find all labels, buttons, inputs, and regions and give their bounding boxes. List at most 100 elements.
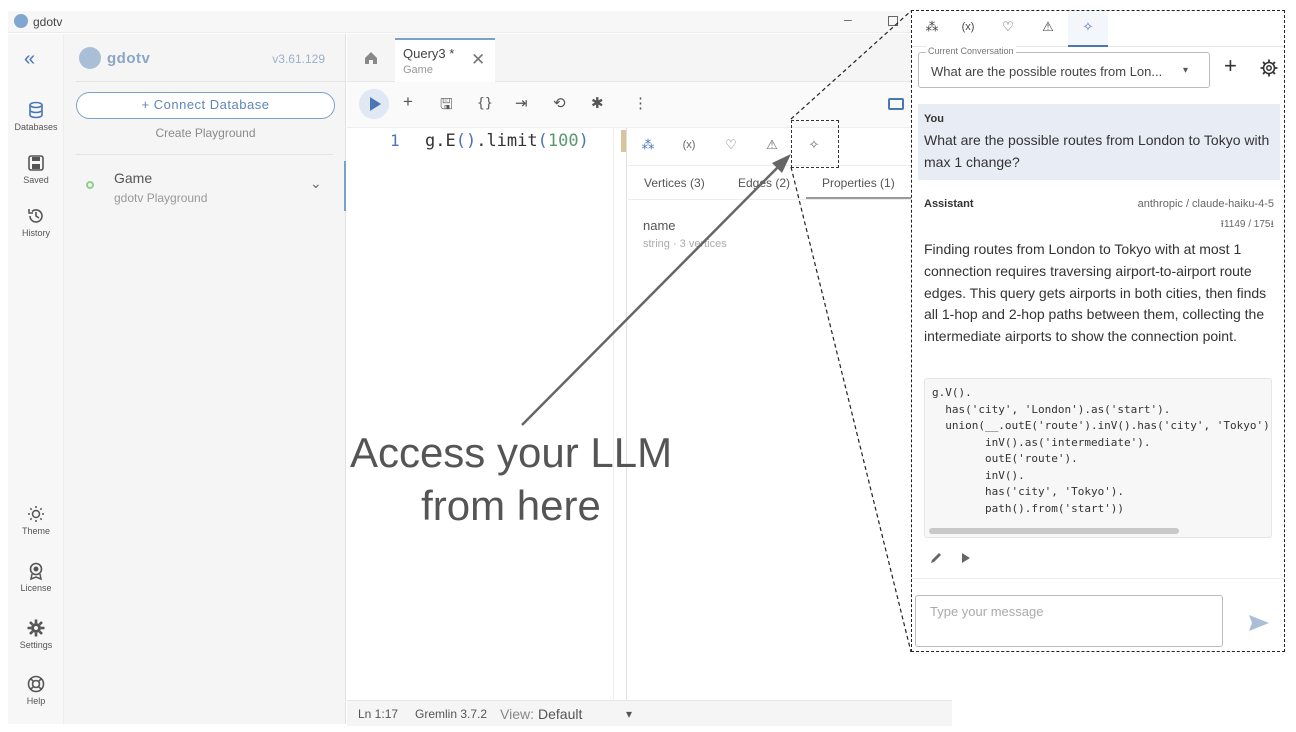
language-label: Gremlin 3.7.2 [415, 707, 488, 721]
maximize-button[interactable] [888, 16, 898, 26]
user-label: You [924, 113, 944, 125]
rail-history[interactable]: History [8, 206, 64, 238]
connection-name: Game [114, 170, 153, 186]
conversation-select[interactable]: What are the possible routes from Lon...… [918, 52, 1210, 88]
change-marker [621, 130, 626, 152]
code-line[interactable]: g.E().limit(100) [425, 131, 589, 151]
line-number: 1 [390, 131, 400, 150]
rail-label: Theme [21, 526, 50, 536]
add-button[interactable]: + [403, 92, 413, 112]
rail-label: Settings [19, 640, 53, 650]
divider [912, 578, 1284, 579]
annotation-line: from here [421, 482, 601, 529]
status-bar: Ln 1:17 Gremlin 3.7.2 View: Default ▾ [347, 700, 952, 726]
results-subtabs: Vertices (3) Edges (2) Properties (1) [628, 168, 952, 200]
run-code-button[interactable] [962, 553, 970, 563]
rail-label: History [21, 228, 50, 238]
lightbulb-icon[interactable]: ♡ [711, 137, 751, 153]
rail-databases[interactable]: Databases [8, 100, 64, 132]
annotation-line: Access your LLM [349, 429, 673, 476]
new-conversation-button[interactable]: + [1224, 53, 1237, 79]
history-icon [28, 209, 43, 223]
conversation-label: Current Conversation [926, 46, 1016, 56]
horizontal-scrollbar[interactable] [929, 528, 1179, 534]
brand-name: gdotv [107, 50, 151, 67]
editor-tabbar: Query3 * Game ✕ [347, 34, 952, 82]
results-panel: ⁂ (x) ♡ ⚠ ✧ Vertices (3) Edges (2) Prope… [628, 120, 952, 700]
collapse-sidebar-button[interactable]: « [24, 48, 35, 71]
diff-icon[interactable]: ⇥ [515, 94, 528, 112]
lifebuoy-icon [27, 675, 45, 693]
code-token: ( [537, 131, 548, 151]
app-title: gdotv [33, 15, 63, 29]
graph-icon[interactable]: ⁂ [628, 137, 668, 153]
chat-tabs: ⁂ (x) ♡ ⚠ ✧ [912, 11, 1284, 47]
lightbulb-icon[interactable]: ♡ [988, 19, 1028, 35]
property-type: string · 3 vertices [643, 238, 727, 250]
debug-icon[interactable]: ✱ [591, 94, 604, 112]
assistant-label: Assistant [924, 198, 974, 210]
variables-icon[interactable]: (x) [948, 21, 988, 33]
layout-toggle-icon[interactable] [888, 98, 904, 110]
send-icon[interactable] [1248, 614, 1270, 632]
warning-icon[interactable]: ⚠ [752, 137, 792, 153]
brand-logo-icon [79, 47, 101, 69]
rail-help[interactable]: Help [8, 674, 64, 706]
history-icon[interactable]: ⟲ [553, 94, 566, 112]
view-select[interactable]: Default [538, 706, 582, 722]
tab-subtitle: Game [403, 64, 433, 76]
rail-settings[interactable]: Settings [8, 618, 64, 650]
connection-subtitle: gdotv Playground [114, 191, 208, 205]
tab-properties[interactable]: Properties (1) [822, 176, 895, 190]
variables-icon[interactable]: (x) [669, 139, 709, 151]
code-token: g.E [425, 131, 456, 151]
pencil-icon[interactable] [929, 551, 943, 565]
rail-label: Help [26, 696, 46, 706]
highlight-box [791, 120, 839, 168]
close-icon[interactable]: ✕ [471, 50, 485, 70]
more-icon[interactable]: ⋮ [633, 94, 648, 112]
tab-title: Query3 * [403, 46, 455, 61]
view-label: View: [500, 706, 534, 722]
connection-item-game[interactable]: Game gdotv Playground ⌄ [64, 161, 346, 211]
llm-chat-panel: ⁂ (x) ♡ ⚠ ✧ What are the possible routes… [911, 10, 1285, 652]
chevron-down-icon: ▾ [1183, 65, 1189, 76]
license-icon [29, 562, 43, 581]
format-icon[interactable]: {} [477, 96, 493, 111]
tab-query3[interactable]: Query3 * Game ✕ [395, 38, 495, 82]
results-tabs: ⁂ (x) ♡ ⚠ ✧ [628, 120, 952, 168]
code-snippet: g.V(). has('city', 'London').as('start')… [932, 386, 1272, 515]
save-icon [28, 155, 44, 171]
connect-database-button[interactable]: + Connect Database [76, 92, 335, 119]
chevron-down-icon[interactable]: ▾ [626, 707, 632, 721]
chevron-down-icon[interactable]: ⌄ [310, 175, 322, 192]
assistant-message-text: Finding routes from London to Tokyo with… [924, 241, 1267, 345]
home-icon[interactable] [363, 50, 379, 66]
create-playground-link[interactable]: Create Playground [76, 126, 335, 140]
rail-saved[interactable]: Saved [8, 153, 64, 185]
app-logo-icon [14, 14, 28, 28]
query-editor[interactable]: 1 g.E().limit(100) [347, 128, 627, 700]
sparkle-icon[interactable]: ✧ [1068, 19, 1108, 35]
editor-scrollbar[interactable] [613, 128, 614, 700]
model-label: anthropic / claude-haiku-4-5 [1137, 198, 1274, 210]
rail-license[interactable]: License [8, 561, 64, 593]
code-token: () [455, 131, 477, 151]
conversation-value: What are the possible routes from Lon... [931, 64, 1163, 79]
connections-panel: gdotv v3.61.129 + Connect Database Creat… [64, 34, 346, 724]
annotation-text: Access your LLM from here [340, 426, 682, 532]
gear-icon[interactable] [1259, 58, 1279, 78]
warning-icon[interactable]: ⚠ [1028, 19, 1068, 35]
graph-icon[interactable]: ⁂ [912, 19, 952, 35]
minimize-button[interactable]: – [844, 11, 852, 27]
save-icon[interactable]: 🖫 [440, 94, 453, 119]
property-name: name [643, 218, 676, 233]
tab-vertices[interactable]: Vertices (3) [644, 176, 705, 190]
database-icon [29, 101, 43, 119]
tab-edges[interactable]: Edges (2) [738, 176, 790, 190]
run-query-button[interactable] [359, 89, 389, 119]
left-rail: « Databases Saved History Theme License … [8, 34, 64, 724]
version-label: v3.61.129 [272, 52, 325, 66]
rail-theme[interactable]: Theme [8, 504, 64, 536]
message-input[interactable]: Type your message [915, 595, 1223, 647]
